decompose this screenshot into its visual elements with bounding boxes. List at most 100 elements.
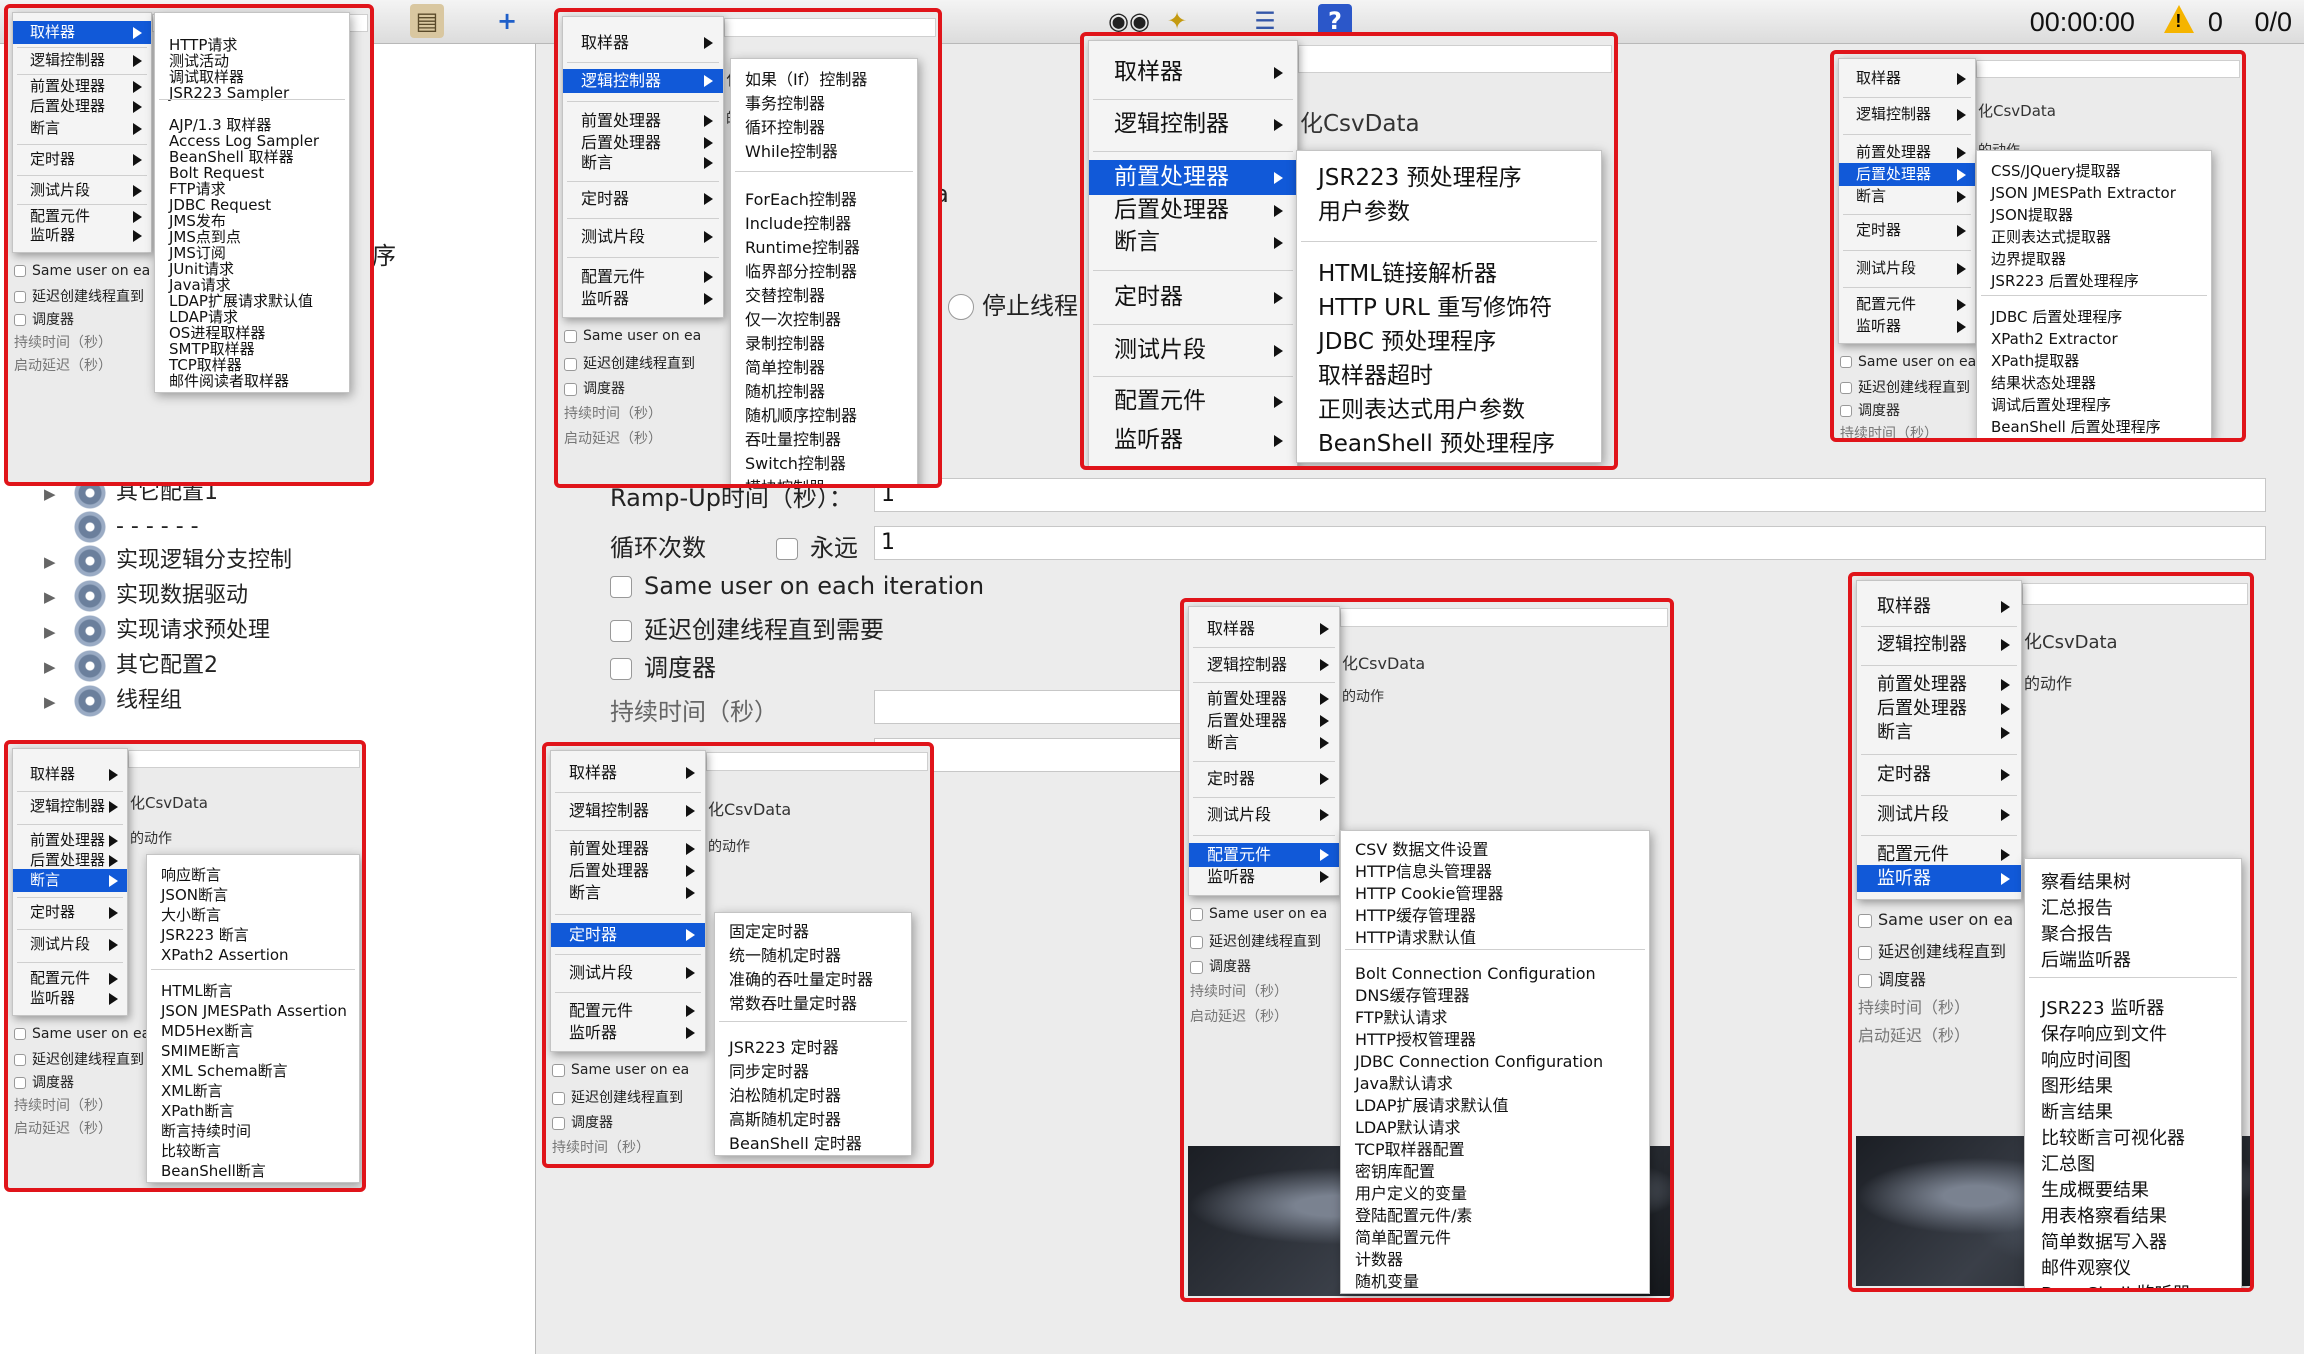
form-fragment[interactable]: Same user on ea [564, 328, 701, 344]
submenu-item[interactable]: XML断言 [161, 1081, 223, 1101]
menu-item-3[interactable]: 后置处理器 [1189, 709, 1339, 733]
menu-item-5[interactable]: 定时器 [1839, 219, 1975, 242]
submenu-item[interactable]: 常数吞吐量定时器 [729, 993, 857, 1014]
tree-node[interactable]: ▶ 实现逻辑分支控制 [44, 544, 292, 578]
form-fragment[interactable]: Same user on ea [1190, 906, 1327, 922]
menu-item-1[interactable]: 逻辑控制器 [1857, 631, 2021, 658]
submenu-item[interactable]: 准确的吞吐量定时器 [729, 969, 873, 990]
submenu-item[interactable]: 简单数据写入器 [2041, 1231, 2167, 1254]
tree-node[interactable]: ▶ 线程组 [44, 684, 182, 718]
checkbox[interactable] [14, 265, 26, 277]
clipboard-icon[interactable]: ▤ [410, 4, 444, 38]
menu-item-1[interactable]: 逻辑控制器 [563, 69, 723, 93]
submenu-item[interactable]: 正则表达式提取器 [1991, 227, 2111, 247]
submenu-item[interactable]: 同步定时器 [729, 1061, 809, 1082]
menu-item-0[interactable]: 取样器 [1089, 55, 1297, 90]
submenu-item[interactable]: HTTP Cookie管理器 [1355, 883, 1503, 904]
menu-item-1[interactable]: 逻辑控制器 [13, 795, 127, 818]
submenu-item[interactable]: 聚合报告 [2041, 923, 2113, 946]
submenu-item[interactable]: 汇总报告 [2041, 897, 2113, 920]
checkbox[interactable] [552, 1091, 565, 1105]
submenu-item[interactable]: 泊松随机定时器 [729, 1085, 841, 1106]
menu-item-0[interactable]: 取样器 [13, 763, 127, 786]
submenu-item[interactable]: 仅一次控制器 [745, 309, 841, 330]
menu-item-1[interactable]: 逻辑控制器 [1189, 653, 1339, 677]
submenu-item[interactable]: 比较断言 [161, 1141, 221, 1161]
submenu-item[interactable]: JSR223 定时器 [729, 1037, 839, 1058]
checkbox[interactable] [552, 1063, 565, 1077]
submenu-item[interactable]: LDAP扩展请求默认值 [1355, 1095, 1509, 1116]
menu-item-7[interactable]: 配置元件 [551, 999, 705, 1023]
submenu-item[interactable]: XPath2 Assertion [161, 945, 289, 965]
submenu-item[interactable]: JDBC 预处理程序 [1318, 327, 1496, 357]
menu-item-0[interactable]: 取样器 [1857, 593, 2021, 620]
scheduler-checkbox[interactable]: 调度器 [610, 648, 716, 683]
submenu-item[interactable]: BeanShell 后置处理程序 [1991, 417, 2161, 437]
submenu-item[interactable]: 循环控制器 [745, 117, 825, 138]
name-field[interactable] [1298, 45, 1612, 73]
menu-item-5[interactable]: 定时器 [13, 901, 127, 924]
menu-item-6[interactable]: 测试片段 [1089, 333, 1297, 368]
submenu-item[interactable]: 取样器超时 [1318, 361, 1433, 391]
submenu-item[interactable]: 察看结果树 [2041, 871, 2131, 894]
delay-create-checkbox[interactable]: 延迟创建线程直到需要 [610, 610, 884, 645]
form-fragment[interactable]: 延迟创建线程直到 [552, 1087, 683, 1107]
tree-node[interactable]: - - - - - - [44, 510, 199, 544]
form-fragment[interactable]: 调度器 [14, 1072, 74, 1092]
menu-item-4[interactable]: 断言 [1189, 731, 1339, 755]
menu-item-4[interactable]: 断言 [1089, 225, 1297, 260]
submenu-item[interactable]: BeanShell 预处理程序 [1318, 429, 1555, 459]
submenu-item[interactable]: 用户参数 [1318, 197, 1410, 227]
form-fragment[interactable]: 调度器 [14, 309, 74, 329]
menu-item-8[interactable]: 监听器 [551, 1021, 705, 1045]
menu-item-5[interactable]: 定时器 [551, 923, 705, 947]
checkbox[interactable] [1858, 973, 1872, 988]
name-field[interactable] [128, 750, 360, 768]
checkbox[interactable] [14, 314, 26, 326]
submenu-item[interactable]: MD5Hex断言 [161, 1021, 254, 1041]
menu-item-4[interactable]: 断言 [13, 117, 151, 140]
checkbox[interactable] [14, 1054, 26, 1066]
submenu-item[interactable]: XPath2 Extractor [1991, 329, 2118, 349]
submenu-item[interactable]: 计数器 [1355, 1249, 1403, 1270]
submenu-item[interactable]: BeanShell 定时器 [729, 1133, 862, 1154]
submenu-item[interactable]: 邮件阅读者取样器 [169, 371, 289, 391]
submenu-item[interactable]: SMIME断言 [161, 1041, 240, 1061]
rampup-field[interactable]: 1 [874, 478, 2266, 512]
loop-count-field[interactable]: 1 [874, 526, 2266, 560]
submenu-item[interactable]: CSS/JQuery提取器 [1991, 161, 2121, 181]
form-fragment[interactable]: Same user on ea [14, 1026, 150, 1042]
menu-item-0[interactable]: 取样器 [551, 761, 705, 785]
menu-item-7[interactable]: 配置元件 [1839, 293, 1975, 316]
submenu-item[interactable]: Bolt Connection Configuration [1355, 963, 1596, 984]
checkbox[interactable] [564, 357, 577, 371]
submenu-item[interactable]: 用表格察看结果 [2041, 1205, 2167, 1228]
menu-item-8[interactable]: 监听器 [563, 287, 723, 311]
checkbox[interactable] [1840, 405, 1852, 417]
submenu-item[interactable]: 邮件观察仪 [2041, 1257, 2131, 1280]
submenu-item[interactable]: JSR223 后置处理程序 [1991, 271, 2139, 291]
submenu-item[interactable]: JSON JMESPath Extractor [1991, 183, 2176, 203]
submenu-item[interactable]: Include控制器 [745, 213, 851, 234]
menu-item-4[interactable]: 断言 [551, 881, 705, 905]
form-fragment[interactable]: Same user on ea [1858, 910, 2013, 929]
submenu-item[interactable]: JSR223 监听器 [2041, 997, 2164, 1020]
submenu-item[interactable]: CSV 数据文件设置 [1355, 839, 1488, 860]
menu-item-0[interactable]: 取样器 [563, 31, 723, 55]
tree-node[interactable]: ▶ 实现请求预处理 [44, 614, 270, 648]
menu-item-8[interactable]: 监听器 [1189, 865, 1339, 889]
expand-arrow-icon[interactable]: ▶ [44, 685, 74, 719]
submenu-item[interactable]: 随机变量 [1355, 1271, 1419, 1292]
submenu-item[interactable]: 统一随机定时器 [729, 945, 841, 966]
submenu-item[interactable]: HTTP URL 重写修饰符 [1318, 293, 1552, 323]
submenu-item[interactable]: XML Schema断言 [161, 1061, 288, 1081]
menu-item-5[interactable]: 定时器 [1857, 761, 2021, 788]
menu-item-6[interactable]: 测试片段 [1189, 803, 1339, 827]
checkbox[interactable] [1190, 907, 1203, 921]
menu-item-6[interactable]: 测试片段 [13, 933, 127, 956]
menu-item-0[interactable]: 取样器 [13, 21, 151, 44]
submenu-item[interactable]: 固定定时器 [729, 921, 809, 942]
form-fragment[interactable]: Same user on ea [14, 263, 150, 279]
submenu-item[interactable]: HTTP请求默认值 [1355, 927, 1476, 948]
checkbox[interactable] [1840, 382, 1852, 394]
